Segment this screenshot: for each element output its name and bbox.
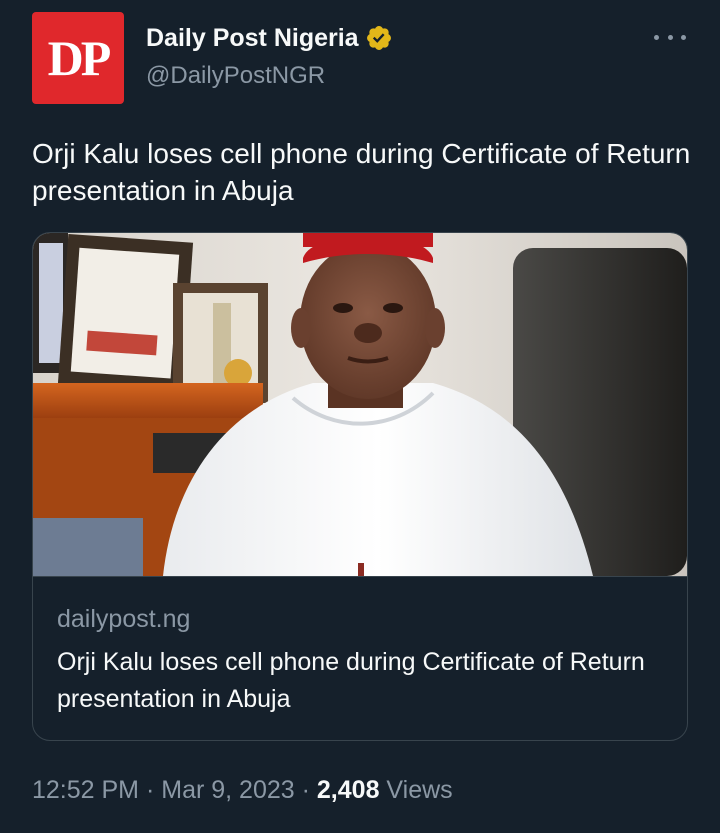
views-label: Views <box>386 776 453 804</box>
author-handle[interactable]: @DailyPostNGR <box>146 61 325 91</box>
card-image[interactable] <box>33 233 687 577</box>
author-display-name[interactable]: Daily Post Nigeria <box>146 22 359 54</box>
card-title: Orji Kalu loses cell phone during Certif… <box>57 648 645 713</box>
tweet-date[interactable]: Mar 9, 2023 <box>161 776 294 804</box>
more-options-icon[interactable] <box>654 25 686 49</box>
link-preview-card[interactable]: dailypost.ng Orji Kalu loses cell phone … <box>32 232 688 741</box>
avatar-logo-text: DP <box>47 30 112 86</box>
tweet-text: Orji Kalu loses cell phone during Certif… <box>32 138 691 206</box>
meta-separator: · <box>301 776 310 804</box>
meta-separator: · <box>145 776 155 804</box>
tweet: DP Daily Post Nigeria @DailyPostNGR Orji… <box>0 0 720 833</box>
avatar[interactable]: DP <box>32 12 124 104</box>
tweet-time[interactable]: 12:52 PM <box>32 776 139 804</box>
gold-verified-icon[interactable] <box>365 24 393 52</box>
card-domain: dailypost.ng <box>57 605 191 633</box>
tweet-meta: 12:52 PM · Mar 9, 2023 · 2,408 Views <box>32 774 453 806</box>
views-count: 2,408 <box>316 776 380 804</box>
author-name-row: Daily Post Nigeria <box>146 22 393 54</box>
